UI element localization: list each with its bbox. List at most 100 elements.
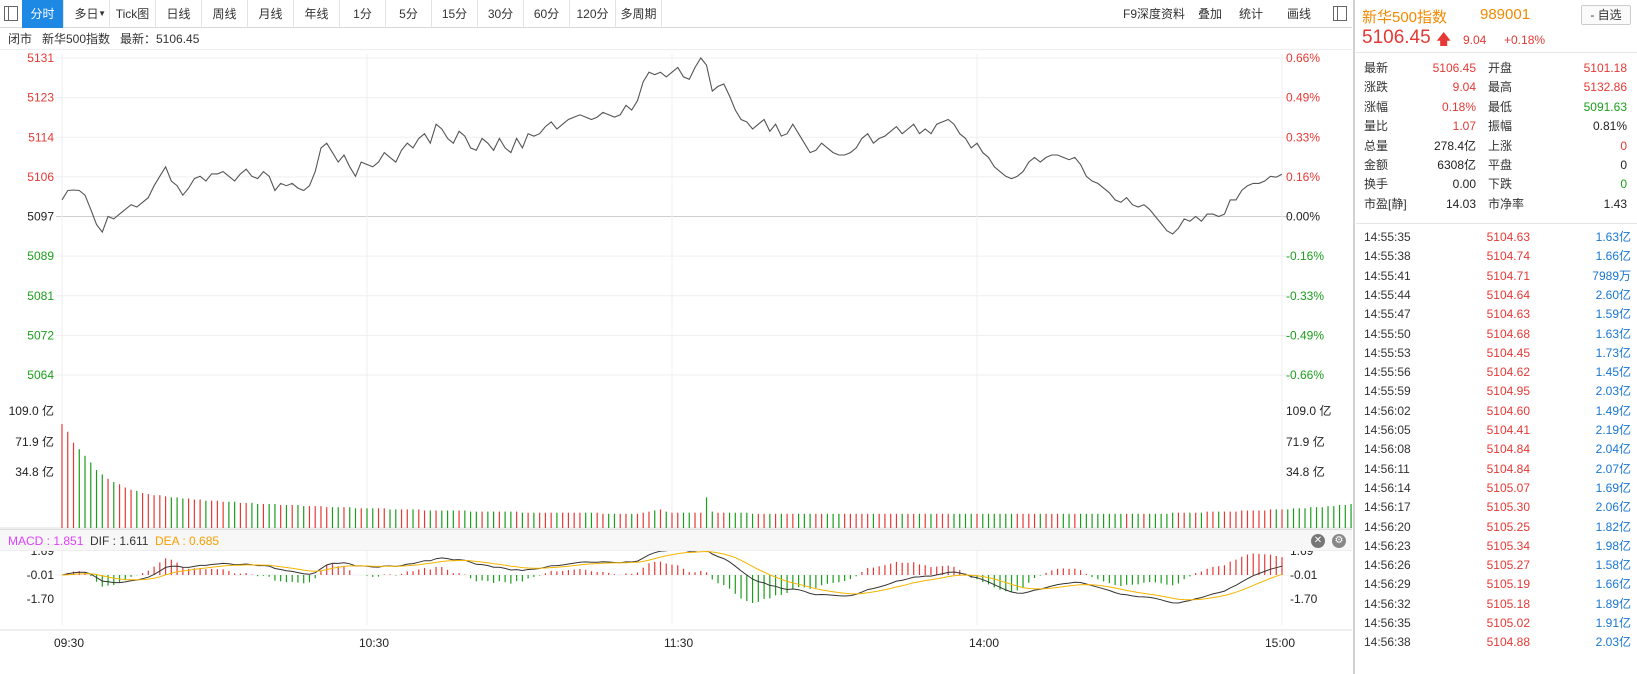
tab-30min[interactable]: 30分 xyxy=(478,0,524,28)
tick-amount: 2.60亿 xyxy=(1595,287,1631,302)
pct-tick-label: 0.49% xyxy=(1286,91,1320,105)
tick-time: 14:55:35 xyxy=(1364,230,1411,244)
tick-price: 5104.95 xyxy=(1486,384,1530,399)
quote-row: 涨跌 9.04 最高 5132.86 xyxy=(1356,77,1637,97)
pct-tick-label: -0.33% xyxy=(1286,289,1324,303)
quote-row: 量比 1.07 振幅 0.81% xyxy=(1356,116,1637,136)
quote-value: 5106.45 xyxy=(1432,61,1476,75)
settings-gear-icon[interactable]: ⚙ xyxy=(1332,534,1346,548)
quote-label: 平盘 xyxy=(1488,158,1513,172)
tick-price: 5104.84 xyxy=(1486,442,1530,457)
left-panel-toggle-icon[interactable] xyxy=(4,6,18,21)
tick-row: 14:56:17 5105.30 2.06亿 xyxy=(1356,497,1637,517)
macd-tick-label: -0.01 xyxy=(27,568,55,582)
tick-amount: 7989万 xyxy=(1592,268,1631,283)
tick-row: 14:56:35 5105.02 1.91亿 xyxy=(1356,613,1637,633)
tick-row: 14:55:38 5104.74 1.66亿 xyxy=(1356,246,1637,266)
quote-value: 5101.18 xyxy=(1583,61,1627,75)
quote-label: 最低 xyxy=(1488,99,1513,114)
quote-row: 最新 5106.45 开盘 5101.18 xyxy=(1356,58,1637,78)
price-tick-label: 5123 xyxy=(27,91,54,105)
tab-fenshi[interactable]: 分时 xyxy=(22,0,64,28)
add-watchlist-button[interactable]: - 自选 xyxy=(1581,5,1631,25)
tick-time: 14:56:23 xyxy=(1364,538,1411,553)
quote-row: 金额 6308亿 平盘 0 xyxy=(1356,155,1637,175)
tick-amount: 1.89亿 xyxy=(1595,596,1631,611)
tab-1min[interactable]: 1分 xyxy=(340,0,386,28)
tick-amount: 1.91亿 xyxy=(1595,616,1631,630)
tick-time: 14:56:38 xyxy=(1364,635,1411,650)
volume-tick-label: 71.9 亿 xyxy=(15,434,54,449)
price-tick-label: 5081 xyxy=(27,289,54,303)
tick-amount: 2.07亿 xyxy=(1595,461,1631,476)
tick-amount: 2.04亿 xyxy=(1595,442,1631,457)
tab-multi-day[interactable]: 多日 ▼ xyxy=(64,0,110,28)
pct-tick-label: -0.66% xyxy=(1286,368,1324,382)
tab-multi-period[interactable]: 多周期 xyxy=(616,0,662,28)
tab-120min[interactable]: 120分 xyxy=(570,0,616,28)
tick-row: 14:55:50 5104.68 1.63亿 xyxy=(1356,324,1637,344)
quote-value: 14.03 xyxy=(1445,196,1476,211)
dea-value: DEA : 0.685 xyxy=(155,534,220,548)
chart-toolbar: 分时 多日 ▼ Tick图 日线 周线 月线 年线 1分 5分 15分 30分 60分 120分 多周期 F… xyxy=(0,0,1352,28)
tick-time: 14:55:53 xyxy=(1364,345,1411,360)
tab-5min[interactable]: 5分 xyxy=(386,0,432,28)
tick-price: 5105.02 xyxy=(1486,616,1530,630)
quote-label: 市净率 xyxy=(1488,196,1525,211)
intraday-chart[interactable]: 5131 0.66% 5123 0.49% 5114 0.33% 5106 0.16% 5097… xyxy=(0,50,1352,674)
tick-row: 14:56:02 5104.60 1.49亿 xyxy=(1356,401,1637,421)
tick-time: 14:55:59 xyxy=(1364,384,1411,399)
tab-weekly[interactable]: 周线 xyxy=(202,0,248,28)
tick-price: 5104.88 xyxy=(1486,635,1530,650)
right-panel-toggle-icon[interactable] xyxy=(1333,6,1347,21)
close-indicator-icon[interactable]: ✕ xyxy=(1311,534,1325,548)
tick-amount: 2.03亿 xyxy=(1595,635,1631,650)
tick-price: 5105.34 xyxy=(1486,538,1530,553)
tick-amount: 1.63亿 xyxy=(1595,230,1631,244)
tick-time: 14:56:05 xyxy=(1364,423,1411,437)
tick-amount: 1.66亿 xyxy=(1595,577,1631,592)
time-tick-label: 09:30 xyxy=(54,636,84,650)
macd-value: MACD : 1.851 xyxy=(8,534,84,548)
tick-row: 14:56:20 5105.25 1.82亿 xyxy=(1356,517,1637,537)
tick-row: 14:56:32 5105.18 1.89亿 xyxy=(1356,594,1637,614)
tick-time: 14:56:17 xyxy=(1364,500,1411,515)
quote-value: 5091.63 xyxy=(1583,99,1627,114)
index-code: 989001 xyxy=(1480,6,1531,23)
tick-price: 5104.68 xyxy=(1486,326,1530,341)
tick-price: 5104.64 xyxy=(1486,287,1530,302)
tick-row: 14:56:11 5104.84 2.07亿 xyxy=(1356,459,1637,479)
tick-price: 5104.84 xyxy=(1486,461,1530,476)
panel-divider[interactable] xyxy=(1353,0,1355,674)
tab-daily[interactable]: 日线 xyxy=(156,0,202,28)
chart-info-bar: 闭市 新华500指数 最新：5106.45 xyxy=(0,28,1352,50)
price-tick-label: 5131 xyxy=(27,51,54,65)
tab-tick[interactable]: Tick图 xyxy=(110,0,156,28)
divider xyxy=(1356,223,1637,224)
time-tick-label: 15:00 xyxy=(1265,636,1295,650)
macd-tick-label: -0.01 xyxy=(1290,568,1318,582)
statistics-button[interactable]: 统计 xyxy=(1239,0,1263,28)
tab-15min[interactable]: 15分 xyxy=(432,0,478,28)
quote-label: 开盘 xyxy=(1488,61,1513,75)
tab-monthly[interactable]: 月线 xyxy=(248,0,294,28)
overlay-button[interactable]: 叠加 xyxy=(1198,0,1222,28)
up-arrow-icon: 🡅 xyxy=(1436,31,1452,48)
tab-60min[interactable]: 60分 xyxy=(524,0,570,28)
tick-row: 14:56:29 5105.19 1.66亿 xyxy=(1356,574,1637,594)
tick-price: 5104.41 xyxy=(1486,423,1530,437)
tick-row: 14:55:35 5104.63 1.63亿 xyxy=(1356,227,1637,247)
tab-yearly[interactable]: 年线 xyxy=(294,0,340,28)
quote-label: 振幅 xyxy=(1488,119,1513,134)
time-tick-label: 10:30 xyxy=(359,636,389,650)
draw-line-button[interactable]: 画线 xyxy=(1287,0,1311,28)
chart-index-name: 新华500指数 xyxy=(42,32,111,46)
quote-value: 1.07 xyxy=(1452,119,1476,134)
f9-depth-button[interactable]: F9深度资料 xyxy=(1123,0,1185,28)
tick-row: 14:55:44 5104.64 2.60亿 xyxy=(1356,285,1637,305)
quote-value: 0.81% xyxy=(1592,119,1627,134)
price-tick-label: 5089 xyxy=(27,249,54,263)
quote-label: 上涨 xyxy=(1488,138,1513,153)
quote-value: 0 xyxy=(1620,138,1627,153)
tick-time: 14:56:14 xyxy=(1364,480,1411,495)
